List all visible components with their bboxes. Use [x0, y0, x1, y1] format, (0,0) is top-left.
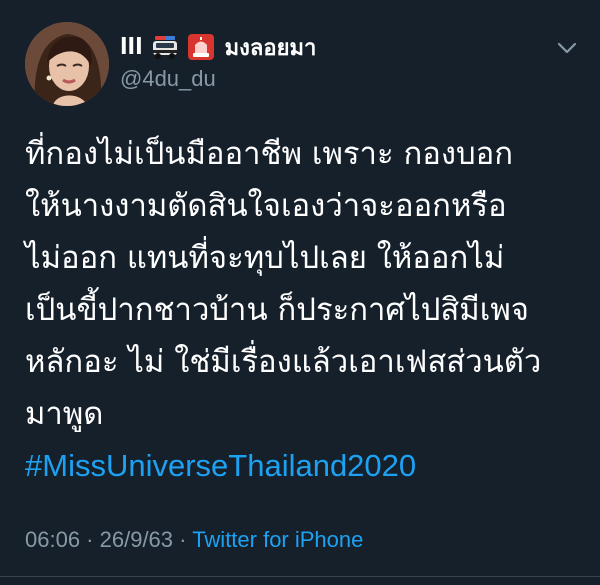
tweet-text-line: เป็นขี้ปากชาวบ้าน ก็ประกาศไปสิมีเพจ [25, 292, 529, 328]
hashtag-link[interactable]: #MissUniverseThailand2020 [25, 440, 585, 492]
police-car-icon [151, 33, 179, 61]
author-name: มงลอยมา [224, 35, 317, 61]
tweet-text: ที่กองไม่เป็นมืออาชีพ เพราะ กองบอก ให้นา… [25, 128, 585, 492]
tweet-time[interactable]: 06:06 [25, 527, 80, 552]
tweet-meta: 06:06 · 26/9/63 · Twitter for iPhone [25, 527, 363, 553]
tweet-text-line: ให้นางงามตัดสินใจเองว่าจะออกหรือ [25, 188, 507, 224]
tweet-text-line: ไม่ออก แทนที่จะทุบไปเลย ให้ออกไม่ [25, 240, 505, 276]
chevron-down-icon[interactable] [556, 40, 578, 56]
tweet-text-line: มาพูด [25, 396, 104, 432]
tweet-date[interactable]: 26/9/63 [100, 527, 173, 552]
author-name-row[interactable]: lll มงลอยมา [120, 32, 316, 62]
meta-separator: · [173, 527, 193, 552]
divider [0, 576, 600, 577]
avatar[interactable] [25, 22, 109, 106]
author-handle[interactable]: @4du_du [120, 66, 216, 92]
tweet-text-line: ที่กองไม่เป็นมืออาชีพ เพราะ กองบอก [25, 136, 514, 172]
meta-separator: · [80, 527, 100, 552]
tweet-source-link[interactable]: Twitter for iPhone [192, 527, 363, 552]
tweet-text-line: หลักอะ ไม่ ใช่มีเรื่องแล้วเอาเฟสส่วนตัว [25, 344, 542, 380]
siren-light-icon [187, 33, 215, 61]
tweet-card: lll มงลอยมา @4du_du ที่กองไม่เป็นมืออาชี… [0, 0, 600, 585]
avatar-photo [25, 22, 109, 106]
author-name-prefix: lll [120, 34, 143, 60]
